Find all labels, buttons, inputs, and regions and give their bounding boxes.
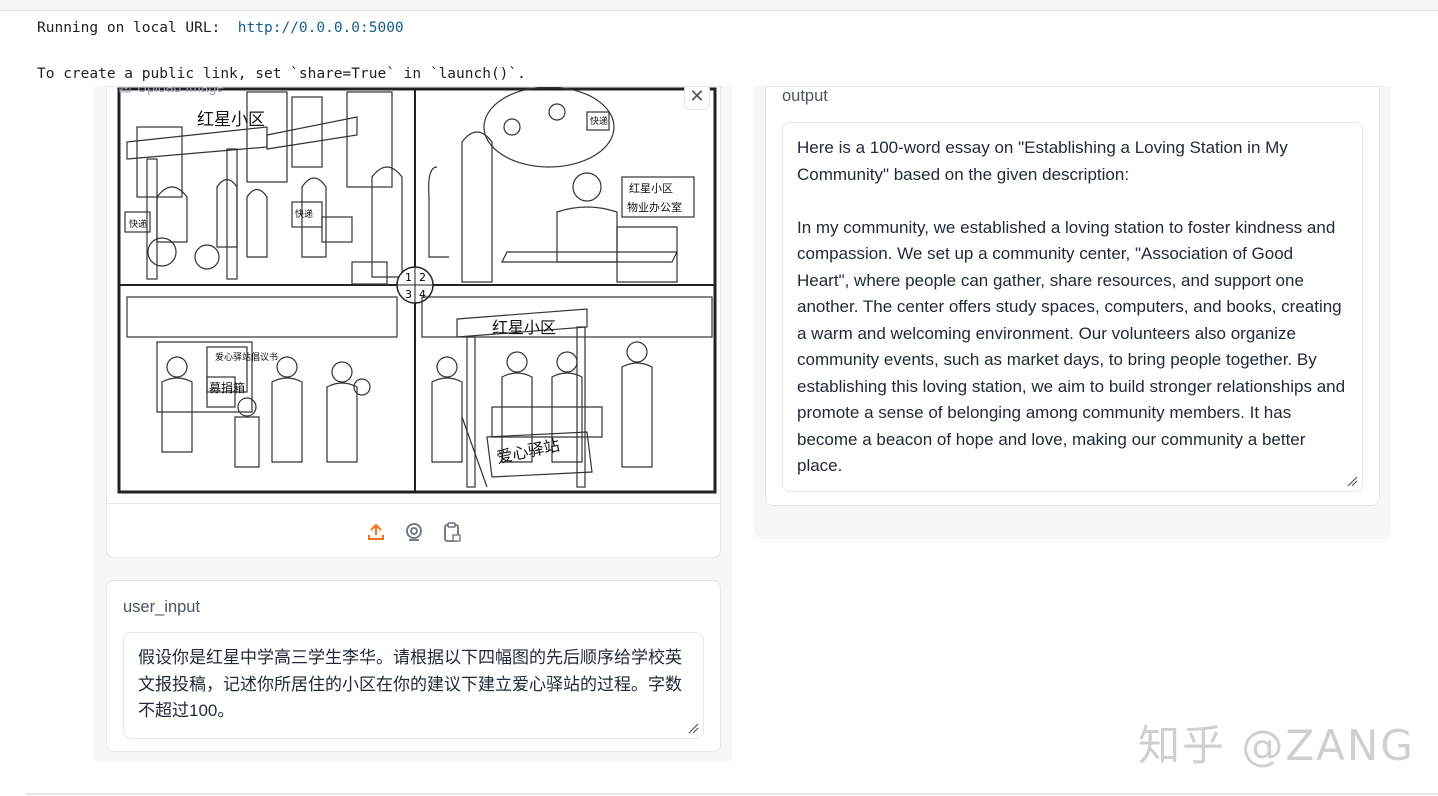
zhihu-watermark: 知乎 @ZANG: [1138, 721, 1415, 770]
comic-gate-sign-2: 红星小区: [492, 318, 556, 337]
output-textarea[interactable]: Here is a 100-word essay on "Establishin…: [782, 122, 1363, 492]
console-running-line: Running on local URL: http://0.0.0.0:500…: [37, 20, 404, 36]
image-source-toolbar: [107, 503, 720, 557]
panel-number-3: 3: [405, 288, 412, 301]
comic-donation-box: 募捐箱: [209, 380, 245, 395]
user-input-component: user_input 假设你是红星中学高三学生李华。请根据以下四幅图的先后顺序给…: [106, 580, 721, 752]
comic-office-sign-line1: 红星小区: [629, 182, 673, 195]
bottom-divider: [26, 793, 1438, 795]
comic-gate-sign: 红星小区: [197, 110, 265, 130]
upload-image-label: Upload Image: [119, 86, 225, 95]
cell-top-strip: [0, 0, 1438, 11]
user-input-textarea[interactable]: 假设你是红星中学高三学生李华。请根据以下四幅图的先后顺序给学校英文报投稿，记述你…: [123, 632, 704, 739]
comic-parcel-label-1: 快递: [129, 218, 147, 230]
close-icon[interactable]: ✕: [684, 87, 710, 110]
resize-handle-icon[interactable]: [1346, 475, 1358, 487]
comic-drawing: 1 2 3 4 红星小区 红星小区 物业办公室 爱心驿站倡议书 募捐箱 红星小区…: [117, 87, 717, 494]
output-component: output Here is a 100-word essay on "Esta…: [765, 86, 1380, 506]
output-label: output: [782, 87, 828, 105]
user-input-label: user_input: [123, 598, 201, 616]
panel-number-1: 1: [405, 271, 412, 284]
local-url-link[interactable]: http://0.0.0.0:5000: [238, 20, 404, 36]
comic-office-sign-line2: 物业办公室: [627, 200, 682, 214]
webcam-icon[interactable]: [404, 521, 424, 543]
comic-image: 1 2 3 4 红星小区 红星小区 物业办公室 爱心驿站倡议书 募捐箱 红星小区…: [117, 87, 717, 494]
output-value: Here is a 100-word essay on "Establishin…: [797, 138, 1346, 475]
upload-image-label-text: Upload Image: [137, 86, 225, 95]
comic-parcel-label-2: 快递: [295, 208, 313, 220]
console-public-link-note: To create a public link, set `share=True…: [37, 66, 526, 82]
image-icon: [119, 87, 131, 93]
resize-handle-icon[interactable]: [687, 722, 699, 734]
clipboard-icon[interactable]: [442, 521, 462, 543]
user-input-value: 假设你是红星中学高三学生李华。请根据以下四幅图的先后顺序给学校英文报投稿，记述你…: [138, 648, 682, 720]
console-running-prefix: Running on local URL:: [37, 20, 238, 36]
image-upload-component[interactable]: 1 2 3 4 红星小区 红星小区 物业办公室 爱心驿站倡议书 募捐箱 红星小区…: [106, 86, 721, 558]
panel-number-2: 2: [419, 271, 426, 284]
comic-parcel-label-3: 快递: [590, 115, 608, 127]
comic-proposal-board: 爱心驿站倡议书: [215, 351, 278, 363]
upload-icon[interactable]: [366, 521, 386, 543]
